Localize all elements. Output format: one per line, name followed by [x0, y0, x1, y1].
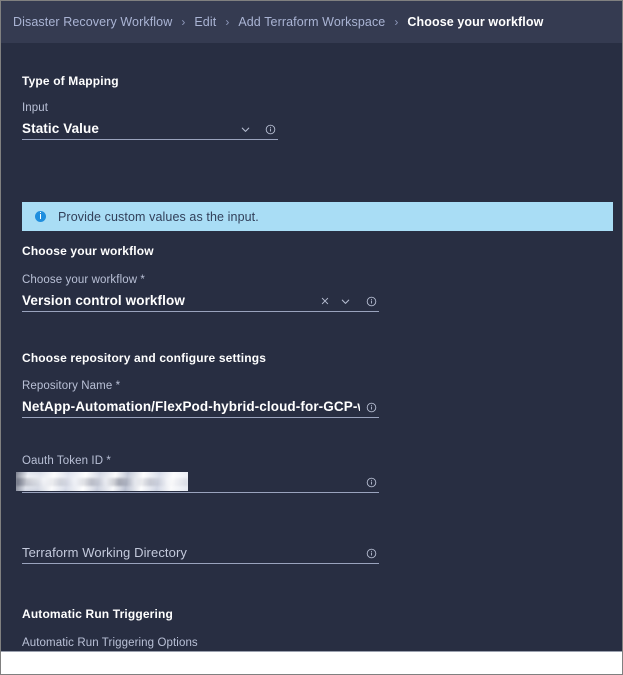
field-label-input: Input [22, 102, 278, 114]
info-icon[interactable] [364, 475, 378, 489]
field-label-choose-workflow: Choose your workflow * [22, 274, 379, 286]
breadcrumb-item-disaster-recovery-workflow[interactable]: Disaster Recovery Workflow [13, 15, 172, 29]
section-title-type-of-mapping: Type of Mapping [22, 74, 119, 88]
input-select[interactable]: Static Value [22, 117, 278, 140]
info-icon[interactable] [364, 400, 378, 414]
terraform-workspace-window: Disaster Recovery Workflow › Edit › Add … [0, 0, 623, 675]
repository-name-input[interactable]: NetApp-Automation/FlexPod-hybrid-cloud-f… [22, 395, 379, 418]
section-title-automatic-run-triggering: Automatic Run Triggering [22, 607, 173, 621]
info-banner-message: Provide custom values as the input. [58, 210, 259, 224]
info-circle-icon [35, 211, 46, 222]
redacted-value-overlay [16, 472, 188, 491]
breadcrumb-item-add-terraform-workspace[interactable]: Add Terraform Workspace [238, 15, 385, 29]
oauth-token-id-input[interactable] [22, 470, 379, 493]
breadcrumb: Disaster Recovery Workflow › Edit › Add … [1, 1, 622, 43]
field-automatic-run-triggering-options: Automatic Run Triggering Options Always … [22, 637, 379, 651]
chevron-down-icon[interactable] [238, 122, 252, 136]
info-icon[interactable] [364, 546, 378, 560]
input-select-value: Static Value [22, 120, 99, 139]
field-label-automatic-run-triggering-options: Automatic Run Triggering Options [22, 637, 379, 649]
info-icon[interactable] [364, 294, 378, 308]
field-oauth-token-id: Oauth Token ID * [22, 455, 379, 493]
breadcrumb-separator: › [394, 15, 398, 29]
clear-icon[interactable] [318, 294, 332, 308]
section-title-choose-repository: Choose repository and configure settings [22, 351, 266, 365]
terraform-working-directory-input[interactable]: Terraform Working Directory [22, 541, 379, 564]
terraform-working-directory-placeholder: Terraform Working Directory [22, 544, 187, 563]
choose-workflow-value: Version control workflow [22, 292, 185, 311]
info-banner: Provide custom values as the input. [22, 202, 613, 231]
field-repository-name: Repository Name * NetApp-Automation/Flex… [22, 380, 379, 418]
field-choose-workflow: Choose your workflow * Version control w… [22, 274, 379, 312]
breadcrumb-separator: › [181, 15, 185, 29]
section-title-choose-your-workflow: Choose your workflow [22, 244, 154, 258]
breadcrumb-item-choose-your-workflow: Choose your workflow [407, 15, 543, 29]
field-input: Input Static Value [22, 102, 278, 140]
field-label-oauth-token-id: Oauth Token ID * [22, 455, 379, 467]
chevron-down-icon[interactable] [338, 294, 352, 308]
breadcrumb-separator: › [225, 15, 229, 29]
repository-name-value: NetApp-Automation/FlexPod-hybrid-cloud-f… [22, 398, 360, 417]
field-label-repository-name: Repository Name * [22, 380, 379, 392]
choose-workflow-select[interactable]: Version control workflow [22, 289, 379, 312]
form-body: Type of Mapping Input Static Value Provi… [1, 43, 622, 651]
field-terraform-working-directory: Terraform Working Directory [22, 541, 379, 564]
breadcrumb-item-edit[interactable]: Edit [194, 15, 216, 29]
footer-strip [1, 651, 622, 674]
info-icon[interactable] [263, 122, 277, 136]
